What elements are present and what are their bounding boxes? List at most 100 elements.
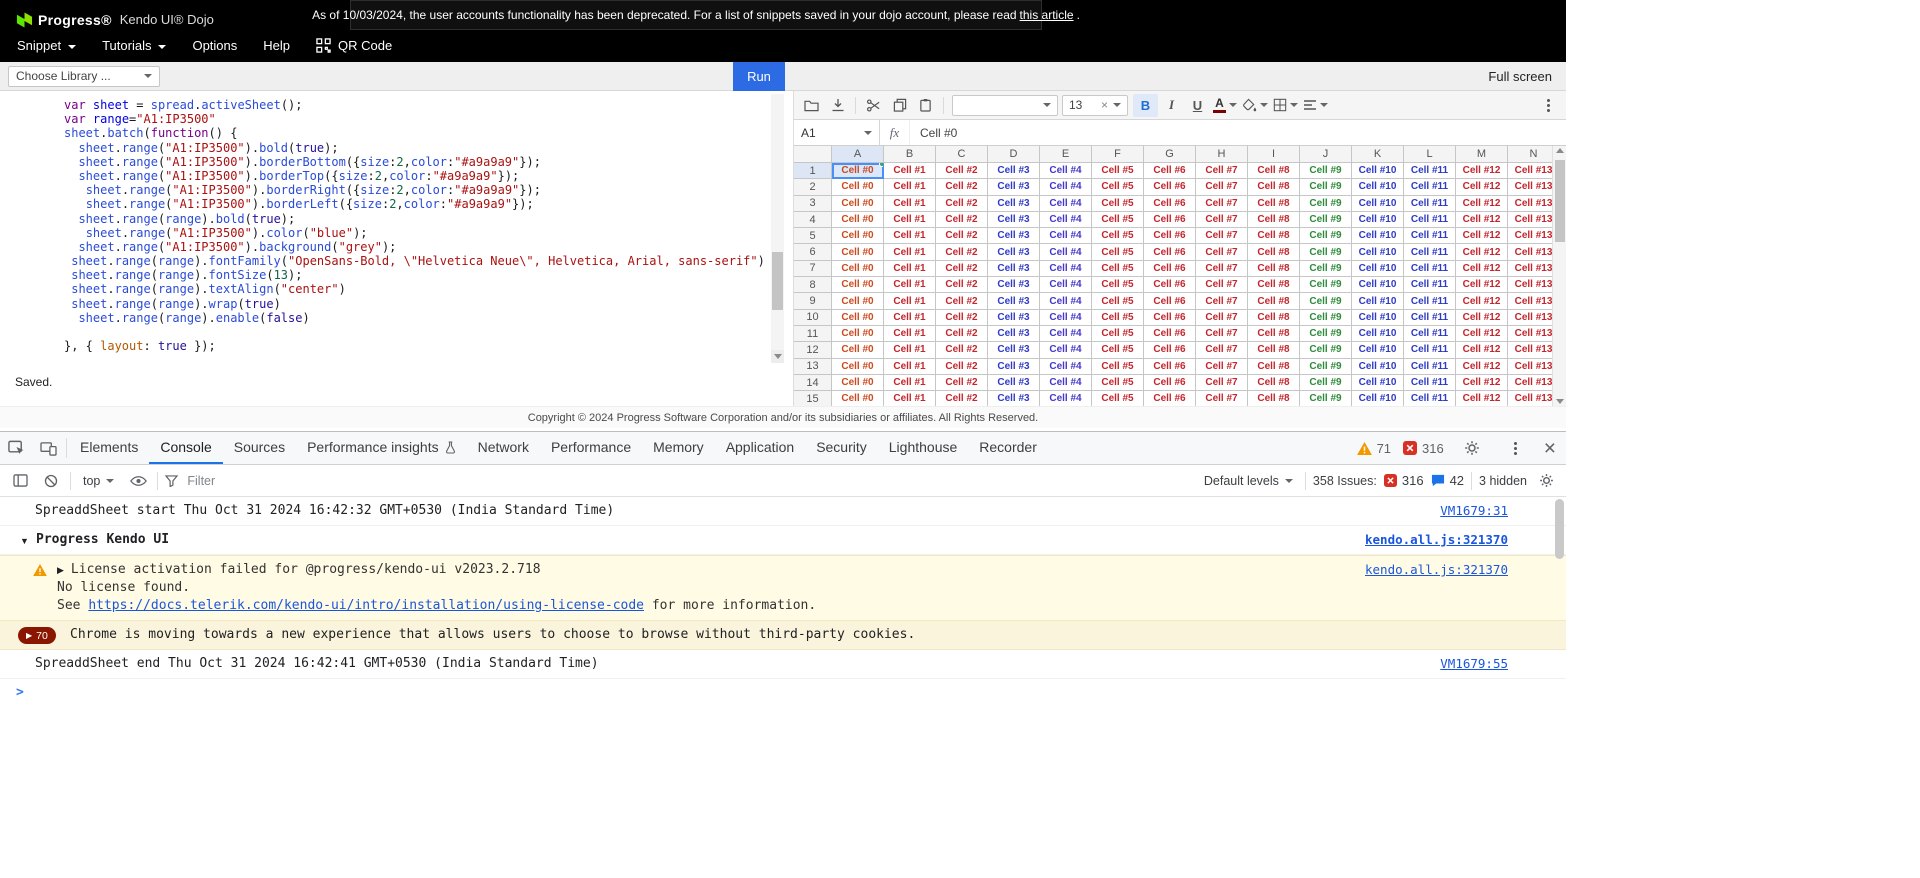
cell-B12[interactable]: Cell #1 (884, 342, 936, 358)
cell-E3[interactable]: Cell #4 (1040, 196, 1092, 212)
cell-G14[interactable]: Cell #6 (1144, 375, 1196, 391)
column-header-J[interactable]: J (1300, 146, 1352, 163)
menu-item-options[interactable]: Options (179, 31, 250, 60)
expand-triangle-icon[interactable]: ▶ (57, 565, 64, 575)
cell-M2[interactable]: Cell #12 (1456, 179, 1508, 195)
cell-C2[interactable]: Cell #2 (936, 179, 988, 195)
cell-F3[interactable]: Cell #5 (1092, 196, 1144, 212)
cell-J13[interactable]: Cell #9 (1300, 359, 1352, 375)
row-header-4[interactable]: 4 (794, 212, 832, 228)
filter-input[interactable] (185, 473, 1191, 489)
cell-I1[interactable]: Cell #8 (1248, 163, 1300, 179)
cell-B4[interactable]: Cell #1 (884, 212, 936, 228)
cell-H2[interactable]: Cell #7 (1196, 179, 1248, 195)
cell-B8[interactable]: Cell #1 (884, 277, 936, 293)
cell-K8[interactable]: Cell #10 (1352, 277, 1404, 293)
cell-G2[interactable]: Cell #6 (1144, 179, 1196, 195)
row-header-13[interactable]: 13 (794, 359, 832, 375)
cell-H1[interactable]: Cell #7 (1196, 163, 1248, 179)
cell-I14[interactable]: Cell #8 (1248, 375, 1300, 391)
cell-J5[interactable]: Cell #9 (1300, 228, 1352, 244)
tab-elements[interactable]: Elements (69, 432, 149, 464)
cell-I8[interactable]: Cell #8 (1248, 277, 1300, 293)
cell-J8[interactable]: Cell #9 (1300, 277, 1352, 293)
console-prompt[interactable]: > (0, 679, 1566, 707)
cell-A1[interactable]: Cell #0 (832, 163, 884, 179)
cell-A13[interactable]: Cell #0 (832, 359, 884, 375)
cell-M15[interactable]: Cell #12 (1456, 391, 1508, 406)
cell-D11[interactable]: Cell #3 (988, 326, 1040, 342)
devtools-settings-button[interactable] (1456, 440, 1488, 456)
align-button[interactable] (1301, 94, 1330, 117)
cell-L14[interactable]: Cell #11 (1404, 375, 1456, 391)
cell-K5[interactable]: Cell #10 (1352, 228, 1404, 244)
issue-count-badge[interactable]: ▶70 (18, 627, 56, 644)
cell-I6[interactable]: Cell #8 (1248, 244, 1300, 260)
tab-application[interactable]: Application (715, 432, 806, 464)
console-settings-button[interactable] (1534, 469, 1558, 493)
fill-color-button[interactable] (1240, 94, 1270, 117)
cell-C1[interactable]: Cell #2 (936, 163, 988, 179)
cell-B2[interactable]: Cell #1 (884, 179, 936, 195)
cell-E11[interactable]: Cell #4 (1040, 326, 1092, 342)
cell-M3[interactable]: Cell #12 (1456, 196, 1508, 212)
cell-E15[interactable]: Cell #4 (1040, 391, 1092, 406)
selection-handle[interactable] (879, 163, 884, 167)
cell-A6[interactable]: Cell #0 (832, 244, 884, 260)
column-header-M[interactable]: M (1456, 146, 1508, 163)
cell-B6[interactable]: Cell #1 (884, 244, 936, 260)
cell-C12[interactable]: Cell #2 (936, 342, 988, 358)
cell-J14[interactable]: Cell #9 (1300, 375, 1352, 391)
cell-F15[interactable]: Cell #5 (1092, 391, 1144, 406)
cell-F2[interactable]: Cell #5 (1092, 179, 1144, 195)
cell-D12[interactable]: Cell #3 (988, 342, 1040, 358)
cell-M14[interactable]: Cell #12 (1456, 375, 1508, 391)
source-link[interactable]: kendo.all.js:321370 (1365, 561, 1508, 579)
cell-A5[interactable]: Cell #0 (832, 228, 884, 244)
cell-B13[interactable]: Cell #1 (884, 359, 936, 375)
font-size-combobox[interactable]: 13 × (1062, 95, 1128, 116)
cell-B3[interactable]: Cell #1 (884, 196, 936, 212)
cell-M4[interactable]: Cell #12 (1456, 212, 1508, 228)
cell-M1[interactable]: Cell #12 (1456, 163, 1508, 179)
cell-G8[interactable]: Cell #6 (1144, 277, 1196, 293)
cell-C8[interactable]: Cell #2 (936, 277, 988, 293)
cell-D7[interactable]: Cell #3 (988, 261, 1040, 277)
cell-B7[interactable]: Cell #1 (884, 261, 936, 277)
toolbar-overflow-button[interactable] (1536, 94, 1561, 117)
cell-C6[interactable]: Cell #2 (936, 244, 988, 260)
source-link[interactable]: VM1679:55 (1440, 655, 1508, 673)
cell-F14[interactable]: Cell #5 (1092, 375, 1144, 391)
cell-D3[interactable]: Cell #3 (988, 196, 1040, 212)
bold-button[interactable]: B (1133, 94, 1158, 117)
column-header-I[interactable]: I (1248, 146, 1300, 163)
cell-G9[interactable]: Cell #6 (1144, 293, 1196, 309)
cell-B10[interactable]: Cell #1 (884, 310, 936, 326)
column-header-A[interactable]: A (832, 146, 884, 163)
cell-J11[interactable]: Cell #9 (1300, 326, 1352, 342)
row-header-7[interactable]: 7 (794, 261, 832, 277)
cell-D6[interactable]: Cell #3 (988, 244, 1040, 260)
spreadsheet-scrollbar-thumb[interactable] (1555, 160, 1565, 242)
cell-M5[interactable]: Cell #12 (1456, 228, 1508, 244)
cell-H8[interactable]: Cell #7 (1196, 277, 1248, 293)
cell-I3[interactable]: Cell #8 (1248, 196, 1300, 212)
cell-K2[interactable]: Cell #10 (1352, 179, 1404, 195)
cell-I7[interactable]: Cell #8 (1248, 261, 1300, 277)
cell-L15[interactable]: Cell #11 (1404, 391, 1456, 406)
cell-G1[interactable]: Cell #6 (1144, 163, 1196, 179)
cell-D15[interactable]: Cell #3 (988, 391, 1040, 406)
cell-D8[interactable]: Cell #3 (988, 277, 1040, 293)
cell-G3[interactable]: Cell #6 (1144, 196, 1196, 212)
cell-B5[interactable]: Cell #1 (884, 228, 936, 244)
console-sidebar-toggle[interactable] (8, 469, 32, 493)
arrow-up-icon[interactable] (1553, 148, 1566, 153)
open-file-button[interactable] (799, 94, 824, 117)
cell-E8[interactable]: Cell #4 (1040, 277, 1092, 293)
cell-L11[interactable]: Cell #11 (1404, 326, 1456, 342)
cell-D4[interactable]: Cell #3 (988, 212, 1040, 228)
cell-J10[interactable]: Cell #9 (1300, 310, 1352, 326)
cell-E9[interactable]: Cell #4 (1040, 293, 1092, 309)
cell-L7[interactable]: Cell #11 (1404, 261, 1456, 277)
row-header-3[interactable]: 3 (794, 196, 832, 212)
